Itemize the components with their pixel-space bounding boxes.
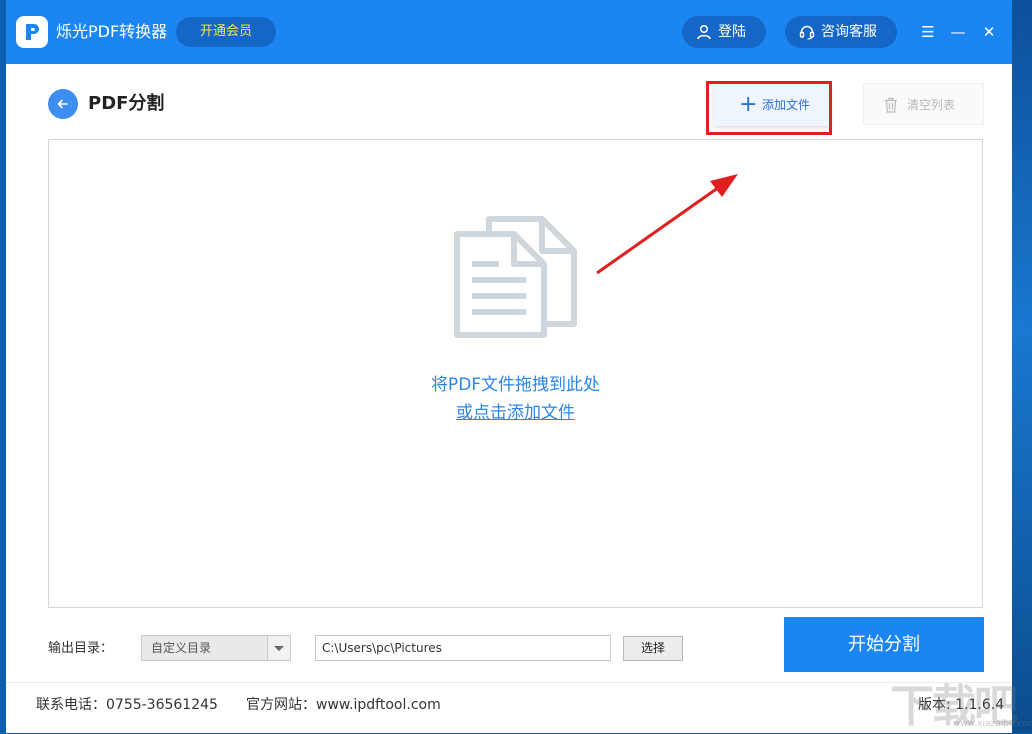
page-title: PDF分割 bbox=[88, 93, 165, 114]
user-icon bbox=[697, 24, 711, 40]
back-button[interactable] bbox=[48, 89, 78, 119]
output-path-input[interactable] bbox=[315, 635, 611, 661]
start-split-button[interactable]: 开始分割 bbox=[784, 617, 984, 672]
drop-hint-text: 将PDF文件拖拽到此处 bbox=[430, 375, 601, 395]
documents-icon bbox=[454, 216, 577, 338]
output-mode-value: 自定义目录 bbox=[151, 641, 212, 655]
menu-icon[interactable]: ☰ bbox=[918, 22, 938, 42]
file-drop-zone[interactable]: 将PDF文件拖拽到此处 或点击添加文件 bbox=[48, 139, 983, 608]
minimize-icon[interactable]: — bbox=[948, 22, 968, 42]
choose-dir-button[interactable]: 选择 bbox=[623, 636, 683, 661]
chevron-down-icon[interactable] bbox=[267, 636, 290, 660]
pdf-logo-icon bbox=[16, 16, 48, 48]
watermark-url: www.xiazaiba.com bbox=[953, 719, 1032, 729]
app-title: 烁光PDF转换器 bbox=[56, 22, 168, 41]
customer-service-button[interactable]: 咨询客服 bbox=[785, 16, 897, 48]
vip-button[interactable]: 开通会员 bbox=[176, 17, 276, 47]
headset-icon bbox=[799, 25, 815, 40]
customer-service-label: 咨询客服 bbox=[821, 24, 877, 40]
output-mode-select[interactable]: 自定义目录 bbox=[141, 635, 291, 661]
contact-phone: 联系电话：0755-36561245 bbox=[36, 697, 218, 713]
clear-list-button[interactable]: 清空列表 bbox=[863, 83, 984, 125]
app-window: 烁光PDF转换器 开通会员 登陆 咨询客服 ☰ — ✕ PDF分割 + 添加文件… bbox=[6, 0, 1012, 733]
click-add-file-link[interactable]: 或点击添加文件 bbox=[456, 403, 575, 423]
output-dir-label: 输出目录： bbox=[48, 641, 114, 656]
official-website: 官方网站：www.ipdftool.com bbox=[246, 697, 441, 713]
trash-icon bbox=[885, 97, 897, 113]
arrow-left-icon bbox=[57, 99, 68, 109]
login-button[interactable]: 登陆 bbox=[682, 16, 766, 48]
footer: 联系电话：0755-36561245 官方网站：www.ipdftool.com… bbox=[6, 682, 1012, 733]
clear-list-label: 清空列表 bbox=[907, 98, 956, 112]
login-label: 登陆 bbox=[718, 24, 746, 40]
highlight-box bbox=[706, 81, 832, 135]
close-icon[interactable]: ✕ bbox=[979, 22, 999, 42]
title-bar: 烁光PDF转换器 开通会员 登陆 咨询客服 ☰ — ✕ bbox=[6, 0, 1012, 64]
